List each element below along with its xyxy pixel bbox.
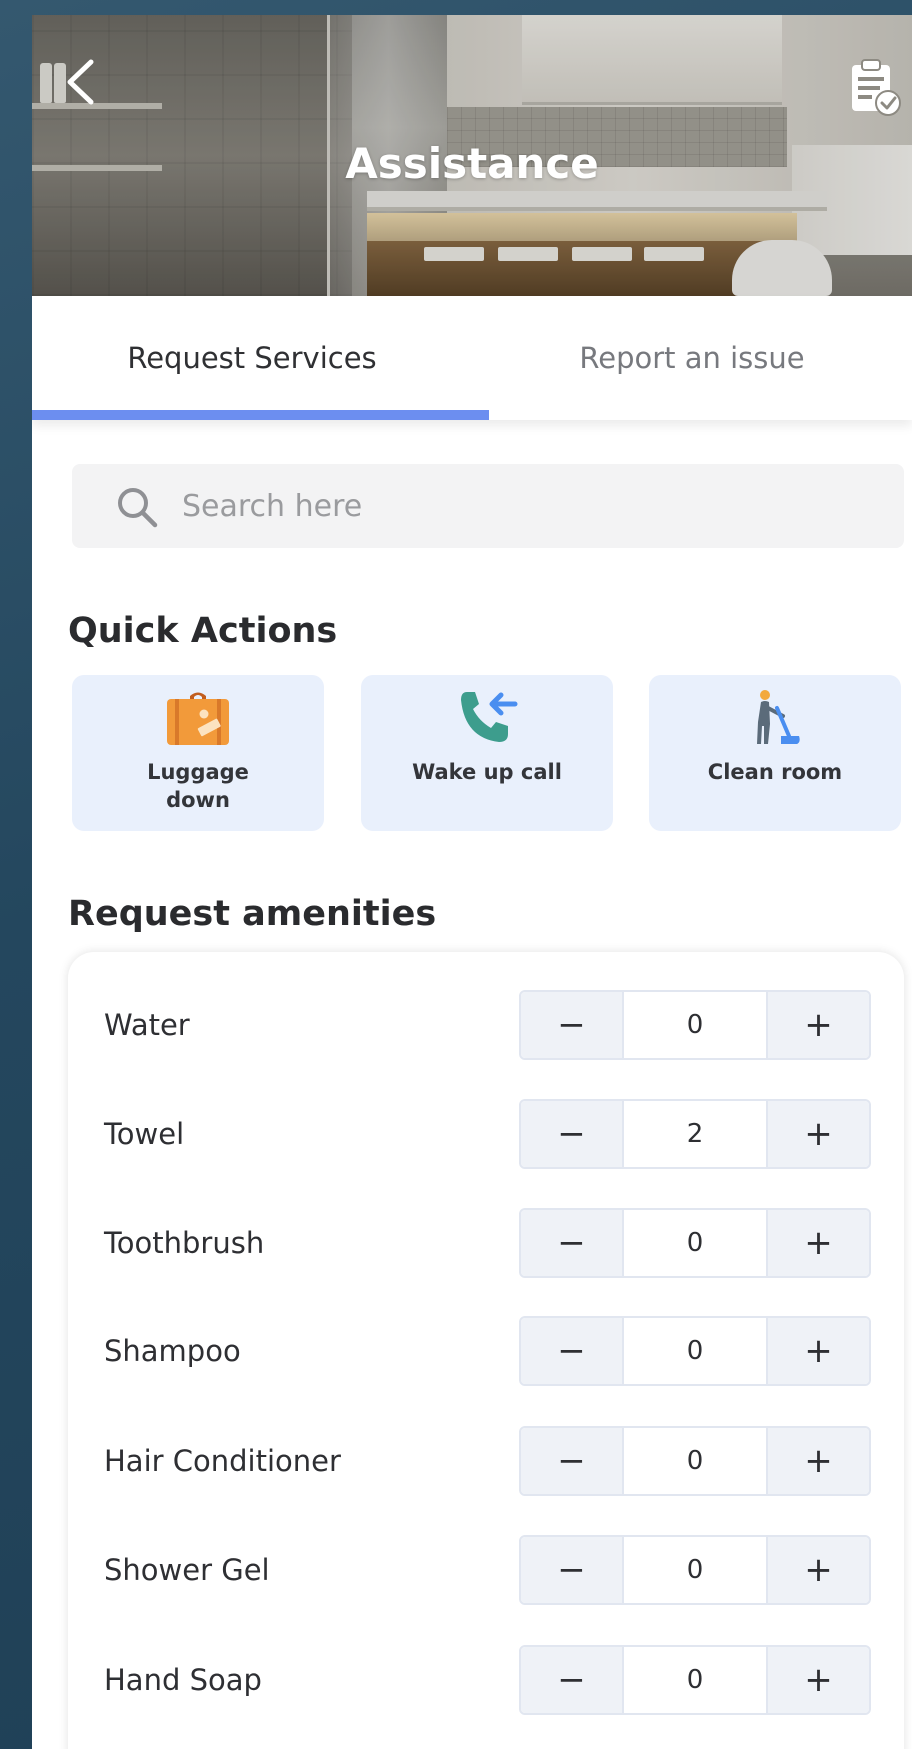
amenity-row: Hair Conditioner −0 + <box>68 1426 904 1496</box>
quantity-stepper: −0 + <box>519 1645 871 1715</box>
quantity-value: 0 <box>622 1537 768 1603</box>
amenity-row: Towel −2 + <box>68 1099 904 1169</box>
quantity-stepper: −2 + <box>519 1099 871 1169</box>
chevron-left-icon <box>67 59 94 105</box>
increase-button[interactable]: + <box>768 1318 869 1384</box>
increase-button[interactable]: + <box>768 1101 869 1167</box>
quick-action-luggage-down[interactable]: Luggage down <box>72 675 324 831</box>
amenity-name: Hair Conditioner <box>104 1444 341 1478</box>
quantity-value: 0 <box>622 992 768 1058</box>
quantity-value: 2 <box>622 1101 768 1167</box>
quick-actions-heading: Quick Actions <box>68 611 338 651</box>
amenity-row: Water −0 + <box>68 990 904 1060</box>
quick-action-label: Wake up call <box>412 760 562 784</box>
quantity-stepper: −0 + <box>519 990 871 1060</box>
quantity-value: 0 <box>622 1428 768 1494</box>
amenity-name: Shampoo <box>104 1334 241 1368</box>
increase-button[interactable]: + <box>768 1210 869 1276</box>
quantity-stepper: −0 + <box>519 1208 871 1278</box>
tab-report-issue[interactable]: Report an issue <box>472 296 912 420</box>
clipboard-check-icon <box>852 59 901 116</box>
amenity-row: Shampoo −0 + <box>68 1316 904 1386</box>
quantity-value: 0 <box>622 1318 768 1384</box>
vacuum-cleaning-icon <box>757 690 800 744</box>
quantity-stepper: −0 + <box>519 1535 871 1605</box>
app-screen: Assistance Request Services Report an is… <box>32 15 912 1749</box>
luggage-icon <box>167 692 229 745</box>
amenity-name: Hand Soap <box>104 1663 262 1697</box>
header-banner: Assistance <box>32 15 912 296</box>
amenity-name: Towel <box>104 1117 185 1151</box>
increase-button[interactable]: + <box>768 1537 869 1603</box>
search-bar[interactable] <box>72 464 904 548</box>
decrease-button[interactable]: − <box>521 1647 622 1713</box>
quantity-value: 0 <box>622 1210 768 1276</box>
decrease-button[interactable]: − <box>521 1428 622 1494</box>
amenity-name: Water <box>104 1008 190 1042</box>
tab-request-services[interactable]: Request Services <box>32 296 472 420</box>
amenities-card: Water −0 + Towel −2 + Toothbrush −0 + Shampoo −0 + H… <box>68 952 904 1749</box>
decrease-button[interactable]: − <box>521 1537 622 1603</box>
amenity-row: Hand Soap −0 + <box>68 1645 904 1715</box>
quantity-stepper: −0 + <box>519 1426 871 1496</box>
decrease-button[interactable]: − <box>521 1101 622 1167</box>
quantity-stepper: −0 + <box>519 1316 871 1386</box>
amenity-row: Toothbrush −0 + <box>68 1208 904 1278</box>
quick-action-label: Luggage down <box>147 760 249 812</box>
search-icon <box>118 488 158 528</box>
amenity-row: Shower Gel −0 + <box>68 1535 904 1605</box>
increase-button[interactable]: + <box>768 1647 869 1713</box>
quantity-value: 0 <box>622 1647 768 1713</box>
increase-button[interactable]: + <box>768 1428 869 1494</box>
active-tab-indicator <box>32 410 489 420</box>
search-input[interactable] <box>182 464 882 548</box>
decrease-button[interactable]: − <box>521 992 622 1058</box>
amenity-name: Toothbrush <box>104 1226 265 1260</box>
quick-action-label: Clean room <box>707 760 843 784</box>
quick-action-clean-room[interactable]: Clean room <box>649 675 901 831</box>
amenity-name: Shower Gel <box>104 1553 270 1587</box>
request-amenities-heading: Request amenities <box>68 894 437 934</box>
tab-bar: Request Services Report an issue <box>32 296 912 420</box>
page-title: Assistance <box>345 139 599 188</box>
decrease-button[interactable]: − <box>521 1210 622 1276</box>
phone-incoming-icon <box>461 692 518 742</box>
decrease-button[interactable]: − <box>521 1318 622 1384</box>
quick-action-wake-up-call[interactable]: Wake up call <box>361 675 613 831</box>
requests-button[interactable] <box>848 57 902 119</box>
back-button[interactable] <box>60 57 100 107</box>
increase-button[interactable]: + <box>768 992 869 1058</box>
